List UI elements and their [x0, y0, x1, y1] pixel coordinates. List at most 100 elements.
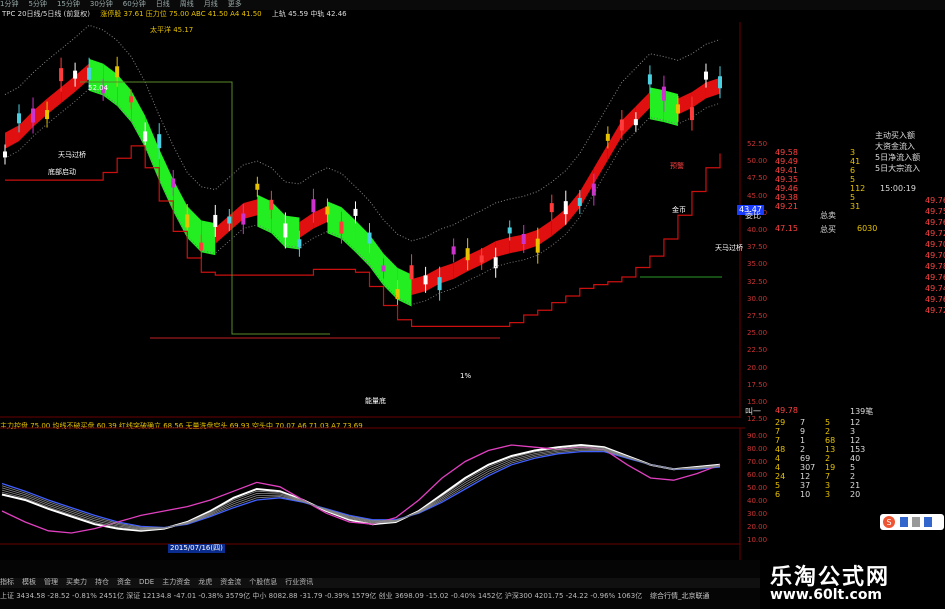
side-price: 49.74 [925, 284, 945, 293]
candle-body [381, 265, 386, 272]
candle-body [661, 86, 666, 101]
trend-band-segment [635, 91, 650, 123]
top-menu-item[interactable]: 60分钟 [123, 0, 146, 8]
candle-body [451, 246, 456, 255]
trend-band-segment [677, 91, 692, 115]
tick-table-cell: 9 [800, 427, 806, 436]
ask-volume: 5 [850, 175, 856, 184]
chart-annotation-peak: 52.04 [88, 84, 109, 92]
trend-band-segment [341, 207, 356, 253]
volume-a: 6030 [857, 224, 878, 233]
trend-band-segment [453, 255, 468, 279]
candle-body [129, 96, 134, 103]
trend-band-segment [313, 205, 328, 229]
bottom-tab[interactable]: 资金 [117, 578, 131, 586]
tick-table-cell: 4 [775, 463, 781, 472]
trend-band-segment [131, 90, 146, 148]
trend-band-segment [173, 179, 188, 239]
candle-body [31, 108, 36, 123]
tick-table-cell: 6 [775, 490, 781, 499]
bottom-tab[interactable]: DDE [139, 578, 154, 586]
bottom-tab[interactable]: 龙虎 [198, 578, 212, 586]
trend-band-segment [383, 253, 398, 300]
bottom-tab[interactable]: 管理 [44, 578, 58, 586]
bottom-tab[interactable]: 买卖力 [66, 578, 87, 586]
tick-table-cell: 21 [850, 481, 861, 490]
candle-body [17, 113, 22, 124]
panel-header-label: 5日净流入额 [875, 153, 921, 162]
candle-body [563, 201, 568, 215]
candle-body [409, 265, 414, 280]
bottom-tab[interactable]: 个股信息 [249, 578, 277, 586]
title-line: TPC 20日线/5日线 (前复权) [2, 10, 91, 18]
tick-table-cell: 12 [850, 436, 861, 445]
tick-table-cell: 2 [850, 472, 856, 481]
chart-annotation-yujing: 预警 [670, 161, 684, 170]
top-menu-item[interactable]: 更多 [228, 0, 242, 8]
side-price: 49.72 [925, 306, 945, 315]
trend-band-segment [425, 267, 440, 292]
quote-panel: 主动买入额 大资金流入 5日净流入额 5日大宗流入 49.58 3 49.49 41 49.41… [745, 130, 945, 540]
trend-band-segment [5, 125, 20, 149]
trend-band-segment [47, 87, 62, 115]
bottom-tab[interactable]: 持仓 [95, 578, 109, 586]
candle-body [367, 232, 372, 244]
ask-volume: 41 [850, 157, 861, 166]
tick-table-cell: 20 [850, 490, 861, 499]
candle-body [185, 214, 190, 228]
candle-body [339, 221, 344, 234]
badge-icons: S [883, 516, 932, 528]
candle-body [241, 213, 246, 225]
candle-body [577, 197, 582, 206]
tick-table-cell: 12 [800, 472, 811, 481]
tick-table-cell: 2 [800, 445, 806, 454]
bottom-tab[interactable]: 资金流 [220, 578, 241, 586]
top-menu-item[interactable]: 1分钟 [0, 0, 18, 8]
trend-band-segment [495, 237, 510, 258]
top-menu-item[interactable]: 日线 [156, 0, 170, 8]
tick-table-cell: 7 [775, 436, 781, 445]
trend-band-segment [19, 110, 34, 142]
top-menu-item[interactable]: 5分钟 [28, 0, 46, 8]
bottom-tab[interactable]: 主力资金 [162, 578, 190, 586]
trend-band-segment [537, 220, 552, 246]
candle-body [675, 104, 680, 114]
ask-price: 49.21 [775, 202, 798, 211]
tick-table-cell: 7 [800, 418, 806, 427]
trend-band-segment [621, 106, 636, 137]
ask-price: 49.46 [775, 184, 798, 193]
candle-body [45, 110, 50, 120]
candle-body [507, 227, 512, 234]
tick-table-cell: 307 [800, 463, 816, 472]
bottom-tab[interactable]: 指标 [0, 578, 14, 586]
top-menu-item[interactable]: 周线 [180, 0, 194, 8]
side-price: 49.76 [925, 218, 945, 227]
trend-band-segment [439, 262, 454, 284]
title-bar: TPC 20日线/5日线 (前复权) 涨停股 37.61 压力位 75.00 A… [0, 10, 735, 22]
candle-body [73, 70, 78, 79]
top-menu-item[interactable]: 月线 [204, 0, 218, 8]
market-quotes: 上证 3434.58 -28.52 -0.81% 2451亿 深证 12134.… [0, 592, 643, 600]
brand-url: www.60lt.com [770, 587, 883, 603]
candle-body [647, 74, 652, 85]
ask-price: 49.38 [775, 193, 798, 202]
ask-volume: 112 [850, 184, 866, 193]
trend-band-segment [285, 215, 300, 250]
indicator-line-b: 上轨 45.59 中轨 42.46 [271, 10, 347, 18]
trend-band-segment [369, 234, 384, 286]
top-menu-item[interactable]: 30分钟 [90, 0, 113, 8]
trend-band-segment [565, 191, 580, 225]
tick-table-cell: 24 [775, 472, 786, 481]
candle-body [87, 67, 92, 80]
candle-body [465, 248, 470, 261]
mid-label: 叫一 [745, 407, 761, 416]
side-price: 49.70 [925, 251, 945, 260]
bottom-tab[interactable]: 行业资讯 [285, 578, 313, 586]
tick-table-cell: 68 [825, 436, 836, 445]
top-menu-item[interactable]: 15分钟 [57, 0, 80, 8]
candle-body [437, 277, 442, 291]
tick-table-cell: 2 [825, 454, 831, 463]
bottom-tab[interactable]: 模板 [22, 578, 36, 586]
trend-band-segment [607, 120, 622, 161]
trend-band-segment [593, 144, 608, 184]
